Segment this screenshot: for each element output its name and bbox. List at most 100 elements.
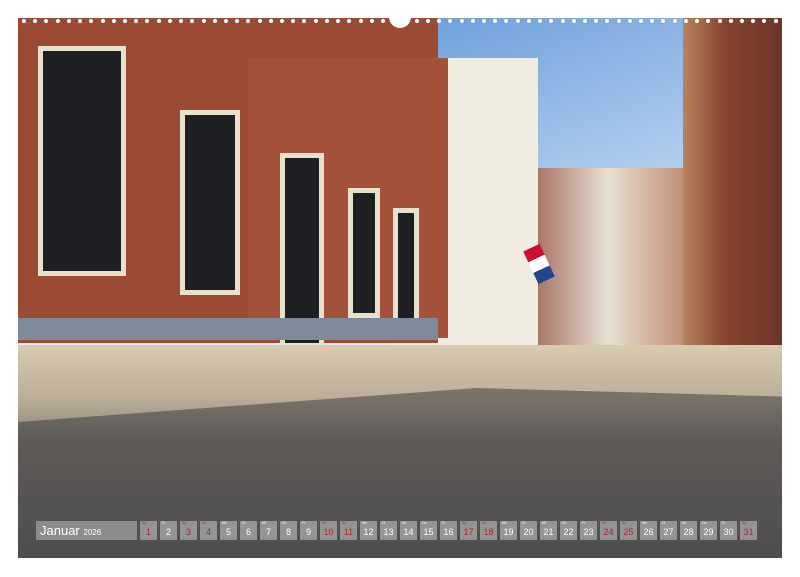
weekday: Do [562,521,566,525]
binding-hole [302,19,306,23]
binding-hole [336,19,340,23]
day-cell: Do 29 [700,521,717,540]
weekday: Di [382,521,385,525]
day-number: 8 [280,527,297,538]
day-number: 18 [480,527,497,538]
day-cell: Mo26 [640,521,657,540]
day-cell: Di6 [240,521,257,540]
binding-hole [527,19,531,23]
binding-hole [538,19,542,23]
day-cell: Fr 2 [160,521,177,540]
binding-hole [44,19,48,23]
year: 2026 [83,528,101,537]
day-number: 7 [260,527,277,538]
binding-hole [762,19,766,23]
day-number: 6 [240,527,257,538]
binding-hole [157,19,161,23]
binding-hole [650,19,654,23]
binding-hole [213,19,217,23]
day-number: 2 [160,527,177,538]
day-number: 4 [200,527,217,538]
house-base [18,318,438,340]
weekday: Fr [162,521,165,525]
weekday: Fr [722,521,725,525]
window [180,110,240,295]
calendar-strip: Januar 2026 Do1Fr2Sa3So4Mo5Di6Mi7Do8Fr9S… [36,521,757,540]
day-cell: Di 13 [380,521,397,540]
binding-hole [415,19,419,23]
binding-hole [729,19,733,23]
day-number: 20 [520,527,537,538]
day-cell: Sa3 [180,521,197,540]
binding-hole [269,19,273,23]
binding-hole [426,19,430,23]
binding-hole [718,19,722,23]
binding-hole [740,19,744,23]
binding-hole [347,19,351,23]
binding-hole [594,19,598,23]
day-number: 29 [700,527,717,538]
binding-hole [549,19,553,23]
day-number: 12 [360,527,377,538]
binding-hole [661,19,665,23]
day-number: 13 [380,527,397,538]
month-label: Januar 2026 [36,521,137,540]
day-number: 16 [440,527,457,538]
weekday: Mo [222,521,227,525]
day-cell: Di27 [660,521,677,540]
day-cell: Mi14 [400,521,417,540]
weekday: Di [662,521,665,525]
day-number: 28 [680,527,697,538]
binding-hole [291,19,295,23]
day-cell: Mo 5 [220,521,237,540]
day-number: 1 [140,527,157,538]
day-cell: Sa17 [460,521,477,540]
day-number: 21 [540,527,557,538]
day-cell: So18 [480,521,497,540]
day-cell: Mi7 [260,521,277,540]
day-cell: Do 1 [140,521,157,540]
day-cell: Fr9 [300,521,317,540]
binding-hole [504,19,508,23]
binding-hole [89,19,93,23]
day-number: 25 [620,527,637,538]
binding-hole [202,19,206,23]
day-cell: Mi28 [680,521,697,540]
weekday: Mo [362,521,367,525]
binding-hole [123,19,127,23]
binding-hole [134,19,138,23]
street-photo [18,18,782,558]
binding-hole [493,19,497,23]
day-number: 10 [320,527,337,538]
binding-hole [471,19,475,23]
day-cell: Fr30 [720,521,737,540]
day-cell: Do 8 [280,521,297,540]
binding-hole [179,19,183,23]
day-number: 5 [220,527,237,538]
distant-houses [528,168,688,348]
day-cell: Sa31 [740,521,757,540]
binding-hole [246,19,250,23]
binding-hole [605,19,609,23]
binding-hole [325,19,329,23]
day-number: 22 [560,527,577,538]
binding-hole [448,19,452,23]
binding-hole [168,19,172,23]
day-cell: Sa24 [600,521,617,540]
day-cell: Do 15 [420,521,437,540]
binding-hole [460,19,464,23]
binding-hole [684,19,688,23]
binding-hole [112,19,116,23]
weekday: Do [422,521,426,525]
day-number: 15 [420,527,437,538]
weekday: Do [702,521,706,525]
day-number: 19 [500,527,517,538]
binding-hole [190,19,194,23]
weekday: So [622,521,626,525]
binding-hole [437,19,441,23]
weekday: Do [142,521,146,525]
day-number: 31 [740,527,757,538]
weekday: Sa [182,521,186,525]
day-number: 24 [600,527,617,538]
weekday: Do [282,521,286,525]
